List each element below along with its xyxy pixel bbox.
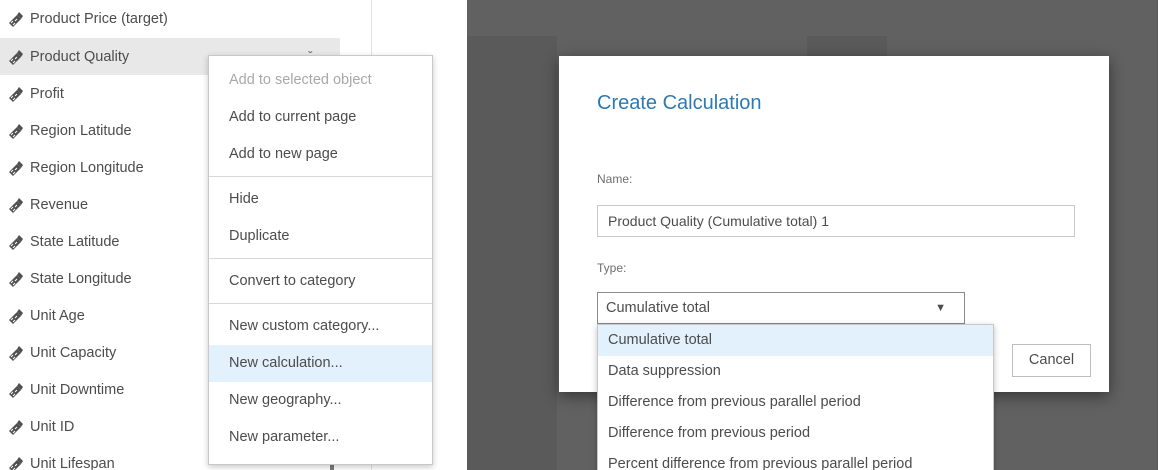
menu-item-add-to-current-page[interactable]: Add to current page — [209, 99, 432, 136]
cancel-button[interactable]: Cancel — [1012, 344, 1091, 377]
measure-icon — [9, 86, 23, 102]
menu-separator — [209, 176, 432, 177]
type-option[interactable]: Difference from previous parallel period — [598, 387, 993, 418]
menu-item-add-to-selected-object: Add to selected object — [229, 72, 372, 88]
menu-separator — [209, 303, 432, 304]
menu-item-new-geography[interactable]: New geography... — [209, 382, 432, 419]
measure-icon — [9, 234, 23, 250]
dialog-title: Create Calculation — [597, 92, 762, 114]
data-item-label: State Latitude — [30, 233, 120, 250]
name-input[interactable] — [597, 205, 1075, 237]
background-tile — [467, 0, 1157, 36]
data-item[interactable]: Product Price (target) — [0, 0, 370, 38]
menu-separator — [209, 258, 432, 259]
data-item-label: Unit Lifespan — [30, 455, 115, 470]
menu-item-new-parameter[interactable]: New parameter... — [209, 419, 432, 456]
data-item-label: Product Quality — [30, 48, 130, 65]
data-item-label: Unit ID — [30, 418, 75, 435]
data-item-label: Profit — [30, 85, 64, 102]
type-option[interactable]: Difference from previous period — [598, 418, 993, 449]
measure-icon — [9, 308, 23, 324]
app-root: Product Price (target) Product Quality ˇ… — [0, 0, 1158, 470]
type-select-value: Cumulative total — [606, 300, 710, 316]
data-item-label: Unit Age — [30, 307, 85, 324]
measure-icon — [9, 12, 23, 27]
measure-icon — [9, 123, 23, 139]
menu-item-hide[interactable]: Hide — [209, 181, 432, 218]
menu-item-convert-to-category[interactable]: Convert to category — [209, 263, 432, 300]
type-option[interactable]: Percent difference from previous paralle… — [598, 449, 993, 470]
type-option[interactable]: Cumulative total — [598, 325, 993, 356]
menu-item-new-custom-category[interactable]: New custom category... — [209, 308, 432, 345]
measure-icon — [9, 271, 23, 287]
menu-item-duplicate[interactable]: Duplicate — [209, 218, 432, 255]
data-item-label: Unit Capacity — [30, 344, 117, 361]
measure-icon — [9, 197, 23, 213]
data-item-label: State Longitude — [30, 270, 132, 287]
menu-item-add-to-new-page[interactable]: Add to new page — [209, 136, 432, 173]
type-label: Type: — [597, 261, 627, 275]
measure-icon — [9, 345, 23, 361]
measure-icon — [9, 160, 23, 176]
type-dropdown-list: Cumulative total Data suppression Differ… — [597, 324, 994, 470]
data-item-context-menu: Add to selected object Add to current pa… — [208, 55, 433, 465]
measure-icon — [9, 382, 23, 398]
measure-icon — [9, 419, 23, 435]
type-option[interactable]: Data suppression — [598, 356, 993, 387]
measure-icon — [9, 456, 23, 470]
name-label: Name: — [597, 172, 633, 186]
caret-down-icon: ▼ — [935, 302, 946, 314]
data-item-label: Region Longitude — [30, 159, 144, 176]
measure-icon — [9, 49, 23, 65]
data-item-label: Unit Downtime — [30, 381, 125, 398]
type-select[interactable]: Cumulative total ▼ — [597, 292, 965, 324]
data-item-label: Region Latitude — [30, 122, 132, 139]
menu-item-new-calculation[interactable]: New calculation... — [209, 345, 432, 382]
data-item-label: Revenue — [30, 196, 89, 213]
data-item-label: Product Price (target) — [30, 11, 168, 27]
